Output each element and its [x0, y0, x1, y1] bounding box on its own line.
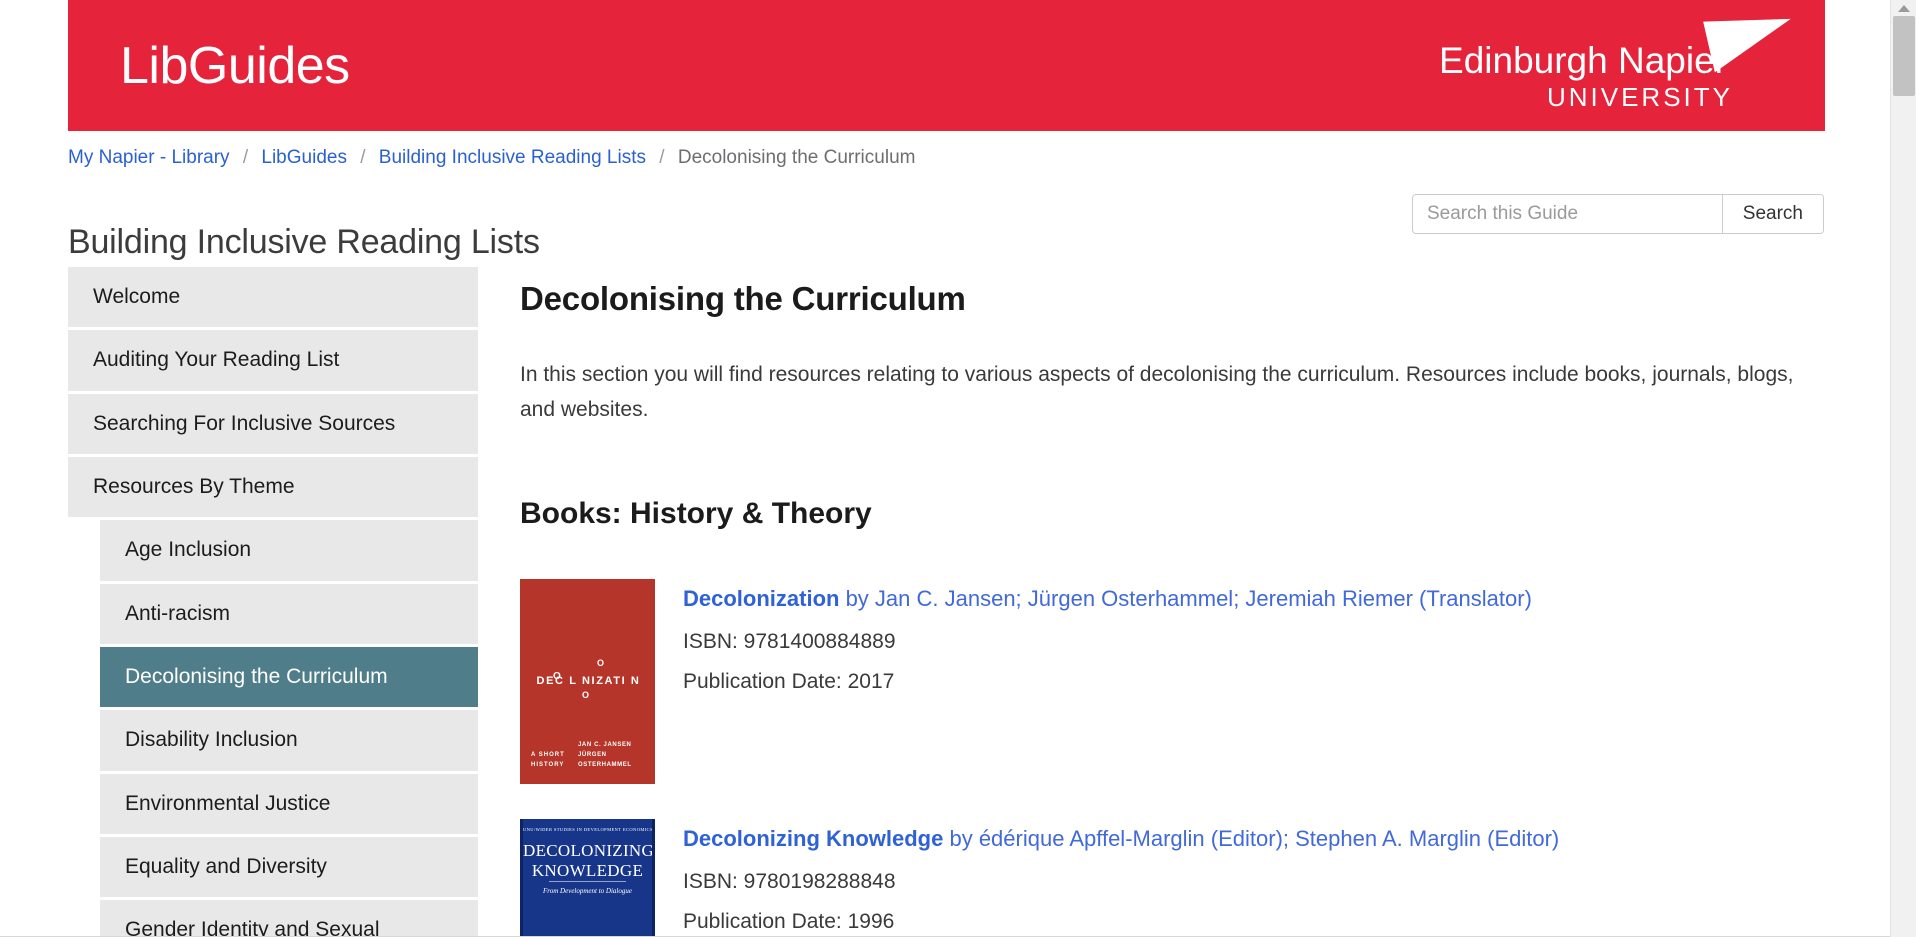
breadcrumb-item-0[interactable]: My Napier - Library	[68, 147, 230, 168]
book-authors: Jan C. Jansen; Jürgen Osterhammel; Jerem…	[874, 586, 1532, 612]
book-cover-decolonizing-knowledge[interactable]: UNU/WIDER STUDIES IN DEVELOPMENT ECONOMI…	[520, 819, 655, 937]
book-title-link[interactable]: Decolonizing Knowledge	[683, 826, 943, 851]
breadcrumb-separator: /	[242, 147, 249, 168]
university-subtitle: UNIVERSITY	[1546, 82, 1733, 112]
book-list-item: O DEC L NIZATI N O O A SHORT HISTORY JAN…	[520, 579, 1830, 785]
cover-floating-o: O	[553, 671, 561, 683]
search-button[interactable]: Search	[1721, 195, 1823, 233]
book-isbn: ISBN: 9780198288848	[683, 869, 896, 893]
breadcrumb-separator: /	[659, 147, 665, 168]
search-input[interactable]	[1413, 195, 1722, 233]
cover-author-line2: JÜRGEN OSTERHAMMEL	[578, 751, 632, 769]
scrollbar-thumb[interactable]	[1893, 16, 1915, 96]
libguides-logo[interactable]: LibGuides	[120, 40, 350, 92]
guide-search: Search	[1412, 194, 1824, 234]
sidebar-item-environmental-justice[interactable]: Environmental Justice	[100, 773, 478, 835]
cover-title-line1: DECOLONIZING	[523, 841, 655, 861]
book-details: Decolonizing Knowledge by édérique Apffe…	[683, 819, 1559, 937]
breadcrumb-item-current: Decolonising the Curriculum	[677, 147, 916, 168]
sidebar-item-searching-for-inclusive-sources[interactable]: Searching For Inclusive Sources	[68, 393, 478, 455]
site-banner: LibGuides Edinburgh Napier UNIVERSITY	[68, 0, 1825, 131]
book-title-line: Decolonizing Knowledge by édérique Apffe…	[683, 825, 1559, 854]
main-content: Decolonising the Curriculum In this sect…	[520, 280, 1830, 937]
book-isbn: ISBN: 9781400884889	[683, 629, 896, 653]
sidebar-item-auditing-your-reading-list[interactable]: Auditing Your Reading List	[68, 330, 478, 391]
book-title-link[interactable]: Decolonization	[683, 586, 839, 611]
book-by-word: by	[943, 826, 979, 852]
section-heading: Books: History & Theory	[520, 497, 872, 531]
cover-authors: JAN C. JANSEN JÜRGEN OSTERHAMMEL	[578, 740, 655, 771]
book-authors: édérique Apffel-Marglin (Editor); Stephe…	[978, 826, 1560, 852]
sidebar-item-decolonising-the-curriculum[interactable]: Decolonising the Curriculum	[100, 647, 478, 708]
breadcrumb-separator: /	[360, 147, 366, 168]
book-title-line: Decolonization by Jan C. Jansen; Jürgen …	[683, 585, 1532, 614]
book-publication-date: Publication Date: 2017	[683, 669, 895, 693]
cover-floating-o: O	[597, 658, 605, 669]
book-details: Decolonization by Jan C. Jansen; Jürgen …	[683, 579, 1532, 710]
breadcrumb: My Napier - Library / LibGuides / Buildi…	[68, 147, 915, 169]
cover-title-line2: KNOWLEDGE	[531, 860, 644, 880]
sidebar-item-disability-inclusion[interactable]: Disability Inclusion	[100, 710, 478, 771]
cover-subtitle: From Development to Dialogue	[543, 887, 632, 896]
book-by-word: by	[839, 586, 875, 612]
sidebar-item-welcome[interactable]: Welcome	[68, 267, 478, 328]
intro-paragraph: In this section you will find resources …	[520, 363, 1794, 421]
content-heading: Decolonising the Curriculum	[520, 280, 966, 317]
breadcrumb-item-2[interactable]: Building Inclusive Reading Lists	[379, 147, 646, 168]
cover-subtitle-line1: A SHORT	[531, 751, 565, 758]
book-publication-date: Publication Date: 1996	[683, 909, 895, 933]
scroll-up-arrow-icon[interactable]	[1897, 5, 1910, 12]
book-cover-decolonization[interactable]: O DEC L NIZATI N O O A SHORT HISTORY JAN…	[520, 579, 655, 785]
book-list-item: UNU/WIDER STUDIES IN DEVELOPMENT ECONOMI…	[520, 819, 1830, 937]
cover-divider	[549, 881, 626, 883]
university-logo-row: Edinburgh Napier	[1439, 0, 1797, 81]
page-title: Building Inclusive Reading Lists	[68, 222, 540, 261]
sidebar-item-gender-identity-and-sexual-orientation-inclusion[interactable]: Gender Identity and Sexual Orientation I…	[100, 900, 478, 937]
cover-subtitle-line2: HISTORY	[531, 762, 565, 769]
arrow-icon	[1703, 0, 1797, 73]
cover-subtitle: A SHORT HISTORY	[531, 750, 565, 770]
sidebar-item-anti-racism[interactable]: Anti-racism	[100, 583, 478, 645]
cover-title: DECOLONIZING KNOWLEDGE	[523, 841, 652, 880]
page-root: LibGuides Edinburgh Napier UNIVERSITY My…	[0, 0, 1916, 937]
university-name: Edinburgh Napier	[1439, 40, 1727, 81]
sidebar-item-equality-and-diversity[interactable]: Equality and Diversity	[100, 837, 478, 898]
sidebar-item-resources-by-theme[interactable]: Resources By Theme	[68, 457, 478, 518]
cover-series-label: UNU/WIDER STUDIES IN DEVELOPMENT ECONOMI…	[523, 827, 653, 833]
breadcrumb-item-1[interactable]: LibGuides	[261, 147, 347, 168]
guide-navigation: Welcome Auditing Your Reading List Searc…	[68, 267, 478, 937]
cover-author-line1: JAN C. JANSEN	[578, 741, 632, 748]
university-logo[interactable]: Edinburgh Napier UNIVERSITY	[1439, 0, 1797, 112]
sidebar-item-age-inclusion[interactable]: Age Inclusion	[100, 520, 478, 581]
cover-main-word: DEC L NIZATI N	[536, 675, 641, 688]
page-scrollbar[interactable]	[1890, 0, 1916, 937]
cover-floating-o: O	[582, 690, 590, 701]
